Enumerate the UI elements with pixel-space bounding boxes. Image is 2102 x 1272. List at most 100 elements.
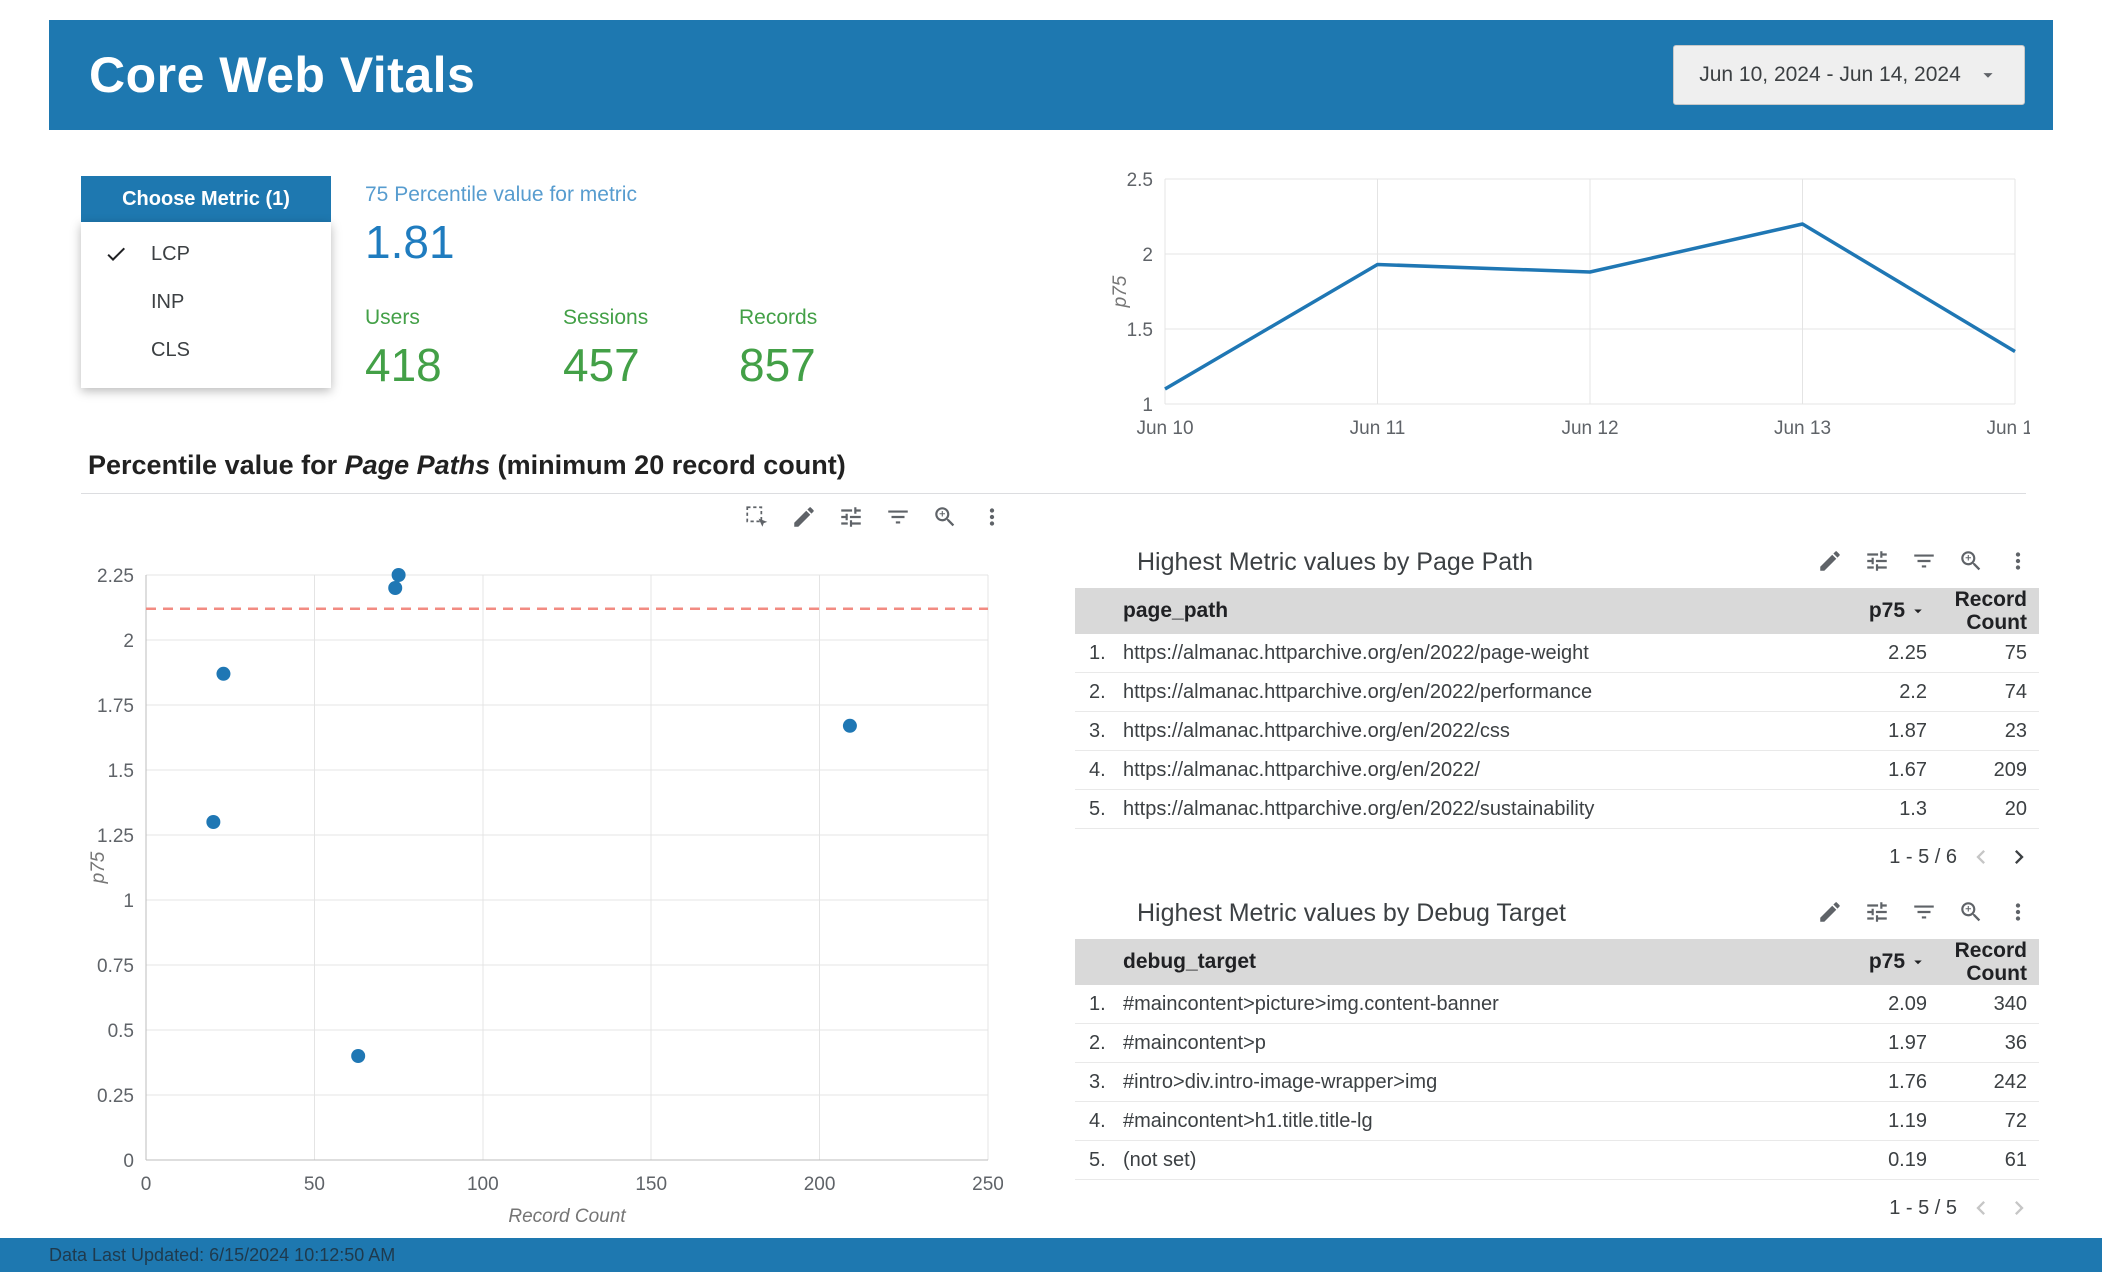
tune-icon[interactable] [1860,895,1894,929]
footer: Data Last Updated: 6/15/2024 10:12:50 AM [0,1238,2102,1272]
row-number: 2. [1089,680,1106,703]
column-header-key[interactable]: debug_target [1123,950,1777,974]
svg-text:2: 2 [1142,245,1153,266]
metric-selector: Choose Metric (1) LCP INP CLS [81,176,331,388]
scorecard-value: 857 [739,339,816,391]
svg-text:1: 1 [123,891,134,912]
zoom-icon[interactable] [1954,895,1988,929]
filter-icon[interactable] [881,500,915,534]
metric-option-cls[interactable]: CLS [81,326,331,374]
row-count: 340 [1993,992,2027,1015]
column-header-record-count[interactable]: Record Count [1927,939,2039,985]
scorecard-value: 1.81 [365,216,455,268]
svg-text:2.5: 2.5 [1127,170,1153,191]
tune-icon[interactable] [1860,544,1894,578]
svg-text:1.5: 1.5 [108,761,134,782]
edit-icon[interactable] [1813,895,1847,929]
edit-icon[interactable] [787,500,821,534]
svg-text:0: 0 [141,1174,152,1195]
zoom-icon[interactable] [928,500,962,534]
table-row: 3. #intro>div.intro-image-wrapper>img 1.… [1075,1063,2039,1102]
row-label: #maincontent>h1.title.title-lg [1123,1109,1373,1132]
metric-option-label: INP [151,290,185,313]
svg-text:150: 150 [635,1174,667,1195]
marquee-select-icon[interactable] [740,500,774,534]
chevron-left-icon[interactable] [1967,1194,1995,1222]
edit-icon[interactable] [1813,544,1847,578]
svg-text:1.75: 1.75 [97,696,134,717]
filter-icon[interactable] [1907,544,1941,578]
svg-text:2.25: 2.25 [97,566,134,587]
scorecard-value: 418 [365,339,442,391]
column-header-p75[interactable]: p75 [1777,599,1927,623]
row-label: #maincontent>p [1123,1031,1266,1054]
tune-icon[interactable] [834,500,868,534]
table-row: 4. #maincontent>h1.title.title-lg 1.19 7… [1075,1102,2039,1141]
menu-icon[interactable] [2001,544,2035,578]
row-p75: 2.2 [1899,680,1927,703]
scorecard-value: 457 [563,339,640,391]
column-header-p75[interactable]: p75 [1777,950,1927,974]
metric-option-lcp[interactable]: LCP [81,230,331,278]
row-label: https://almanac.httparchive.org/en/2022/… [1123,719,1510,742]
pagination-label: 1 - 5 / 5 [1889,1196,1957,1219]
row-number: 2. [1089,1031,1106,1054]
svg-text:1.25: 1.25 [97,826,134,847]
scorecard-records: Records 857 [739,306,817,392]
row-p75: 0.19 [1888,1148,1927,1171]
metric-option-inp[interactable]: INP [81,278,331,326]
date-range-picker[interactable]: Jun 10, 2024 - Jun 14, 2024 [1673,45,2025,105]
filter-icon[interactable] [1907,895,1941,929]
svg-text:Jun 13: Jun 13 [1774,418,1831,439]
table-row: 2. #maincontent>p 1.97 36 [1075,1024,2039,1063]
row-p75: 1.87 [1888,719,1927,742]
section-title-prefix: Percentile value for [88,450,345,480]
scorecard-percentile: 75 Percentile value for metric 1.81 [365,183,637,269]
scorecard-sessions: Sessions 457 [563,306,648,392]
metric-option-label: LCP [151,242,190,265]
date-range-value: Jun 10, 2024 - Jun 14, 2024 [1699,63,1961,86]
table-row: 3. https://almanac.httparchive.org/en/20… [1075,712,2039,751]
chevron-right-icon[interactable] [2005,1194,2033,1222]
row-number: 4. [1089,758,1106,781]
section-title: Percentile value for Page Paths (minimum… [88,450,846,481]
table-row: 5. https://almanac.httparchive.org/en/20… [1075,790,2039,829]
row-label: #intro>div.intro-image-wrapper>img [1123,1070,1438,1093]
table-row: 1. https://almanac.httparchive.org/en/20… [1075,634,2039,673]
chevron-down-icon [1977,64,1999,86]
metric-option-label: CLS [151,338,190,361]
scorecard-users: Users 418 [365,306,442,392]
row-label: https://almanac.httparchive.org/en/2022/… [1123,680,1593,703]
sort-desc-icon [1909,953,1927,971]
pagination-label: 1 - 5 / 6 [1889,845,1957,868]
metric-options: LCP INP CLS [81,222,331,388]
check-icon [81,242,151,266]
column-header-record-count[interactable]: Record Count [1927,588,2039,634]
column-header-key[interactable]: page_path [1123,599,1777,623]
section-title-italic: Page Paths [344,450,491,480]
sort-desc-icon [1909,602,1927,620]
table-title: Highest Metric values by Debug Target [1137,899,1566,927]
row-p75: 1.67 [1888,758,1927,781]
svg-text:0.25: 0.25 [97,1086,134,1107]
menu-icon[interactable] [2001,895,2035,929]
chevron-right-icon[interactable] [2005,843,2033,871]
table-page-path: Highest Metric values by Page Path page_… [1075,542,2039,871]
zoom-icon[interactable] [1954,544,1988,578]
svg-text:0.75: 0.75 [97,956,134,977]
svg-text:p75: p75 [88,851,109,884]
table-header-row: page_path p75 Record Count [1075,588,2039,634]
chevron-left-icon[interactable] [1967,843,1995,871]
svg-text:100: 100 [467,1174,499,1195]
row-number: 1. [1089,641,1106,664]
row-p75: 2.25 [1888,641,1927,664]
svg-text:Jun 12: Jun 12 [1561,418,1618,439]
scorecard-label: 75 Percentile value for metric [365,183,637,206]
row-count: 209 [1993,758,2027,781]
row-count: 61 [2004,1148,2027,1171]
table-row: 1. #maincontent>picture>img.content-bann… [1075,985,2039,1024]
menu-icon[interactable] [975,500,1009,534]
row-number: 5. [1089,797,1106,820]
table-title: Highest Metric values by Page Path [1137,548,1534,576]
metric-selector-header[interactable]: Choose Metric (1) [81,176,331,222]
